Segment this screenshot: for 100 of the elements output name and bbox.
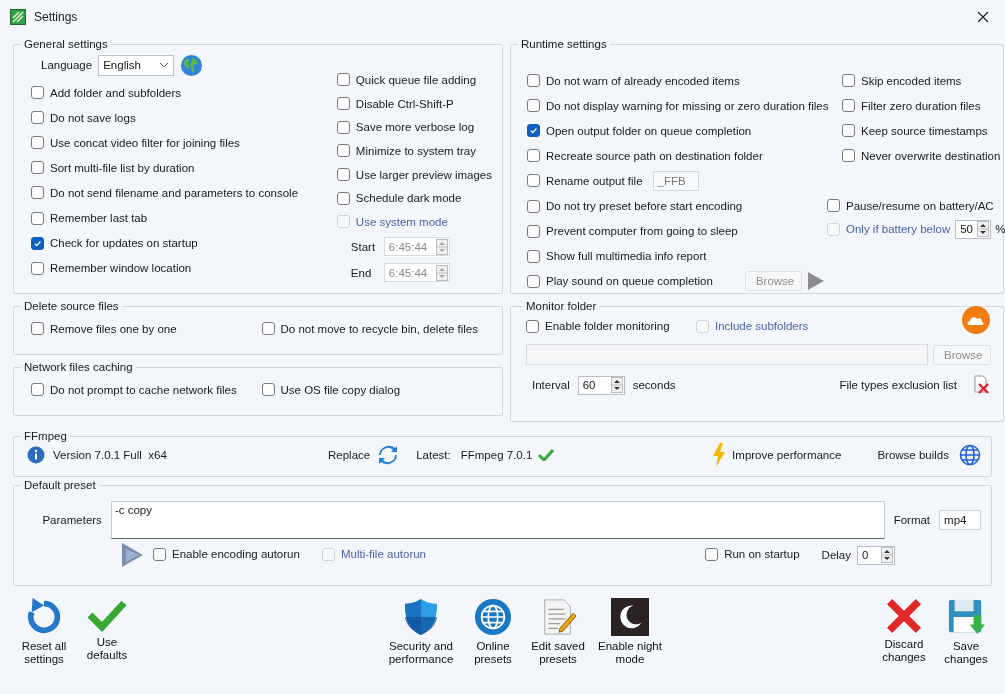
group-title: Runtime settings: [520, 38, 608, 50]
toolbar-button[interactable]: Enable night mode: [597, 594, 663, 680]
checkbox-label: Use larger preview images: [355, 168, 492, 181]
checkbox[interactable]: [526, 319, 539, 333]
checkbox[interactable]: [31, 322, 44, 335]
toolbar-button[interactable]: Save changes: [940, 594, 992, 680]
checkbox-label: Prevent computer from going to sleep: [546, 225, 738, 238]
format-field[interactable]: mp4: [939, 510, 981, 530]
checkbox[interactable]: [261, 322, 275, 335]
improve-performance-link[interactable]: Improve performance: [732, 449, 842, 461]
folder-path-field[interactable]: [526, 344, 928, 365]
checkbox[interactable]: [31, 161, 44, 175]
checkbox[interactable]: [705, 547, 719, 561]
checkbox-label: Pause/resume on battery/AC: [846, 199, 994, 212]
checkbox-label: Include subfolders: [715, 320, 809, 332]
language-dropdown[interactable]: English: [98, 54, 175, 76]
checkbox[interactable]: [31, 236, 44, 250]
checkbox-label: Do not try preset before start encoding: [546, 200, 743, 212]
close-icon[interactable]: [977, 11, 989, 23]
checkbox[interactable]: [527, 149, 540, 163]
checkbox[interactable]: [527, 224, 540, 238]
checkbox[interactable]: [31, 86, 44, 100]
format-label: Format: [893, 514, 931, 526]
checkbox[interactable]: [31, 136, 44, 150]
interval-label: Interval: [532, 379, 570, 391]
checkbox-label: Remove files one by one: [50, 322, 177, 335]
time-label: End: [350, 266, 373, 279]
cloud-icon[interactable]: [961, 305, 991, 335]
checkbox[interactable]: [842, 149, 855, 163]
group-title: Default preset: [23, 479, 97, 491]
refresh-icon[interactable]: [378, 445, 399, 465]
spin-field[interactable]: 0: [857, 545, 895, 565]
group-title: Network files caching: [23, 361, 134, 373]
checkbox[interactable]: [31, 261, 44, 275]
checkbox[interactable]: [153, 547, 166, 561]
checkbox[interactable]: [336, 97, 350, 111]
suffix-field[interactable]: _FFB: [652, 170, 699, 191]
checkbox-label: Do not save logs: [50, 111, 136, 124]
checkbox[interactable]: [527, 274, 540, 288]
checkbox[interactable]: [527, 74, 540, 88]
checkbox-label: Minimize to system tray: [355, 144, 476, 157]
checkbox-label: Open output folder on queue completion: [546, 124, 752, 137]
seconds-label: seconds: [632, 379, 676, 391]
checkbox[interactable]: [527, 99, 540, 113]
parameters-field[interactable]: -c copy: [110, 501, 885, 539]
checkbox-label: Sort multi-file list by duration: [50, 161, 195, 174]
play-icon[interactable]: [807, 272, 824, 291]
checkbox[interactable]: [527, 124, 540, 138]
toolbar-button[interactable]: Reset all settings: [13, 594, 75, 680]
checkbox[interactable]: [336, 120, 350, 134]
checkbox[interactable]: [842, 124, 855, 138]
toolbar-button[interactable]: Online presets: [467, 594, 519, 680]
tick-icon: [529, 126, 538, 136]
checkbox[interactable]: [527, 199, 540, 213]
document-delete-icon[interactable]: [971, 375, 991, 395]
checkbox[interactable]: [336, 168, 350, 182]
checkbox-label: Remember window location: [50, 262, 192, 275]
spin-arrows-icon[interactable]: [610, 377, 623, 393]
toolbar-button[interactable]: Edit saved presets: [527, 594, 589, 680]
moon-icon: [611, 598, 649, 636]
toolbar-button[interactable]: Use defaults: [81, 594, 133, 680]
checkbox-label: Play sound on queue completion: [546, 275, 713, 288]
checkbox[interactable]: [336, 144, 350, 158]
group-title: Delete source files: [23, 300, 120, 312]
checkbox[interactable]: [261, 383, 275, 396]
checkbox[interactable]: [336, 73, 350, 87]
check-icon: [538, 449, 555, 461]
checkbox-label: Schedule dark mode: [355, 192, 462, 205]
exclusion-list-label: File types exclusion list: [839, 379, 957, 391]
checkbox[interactable]: [31, 111, 44, 125]
checkbox-label: Disable Ctrl-Shift-P: [355, 97, 454, 110]
browse-builds-link[interactable]: Browse builds: [877, 449, 949, 461]
toolbar-button[interactable]: Security and performance: [383, 594, 459, 680]
window-title: Settings: [34, 10, 78, 24]
checkbox[interactable]: [827, 199, 840, 213]
checkbox-label: Only if battery below: [846, 223, 951, 236]
checkbox-label: Run on startup: [724, 548, 800, 560]
checkbox[interactable]: [31, 186, 44, 200]
checkbox[interactable]: [527, 249, 540, 263]
toolbar-button[interactable]: Discard changes: [876, 594, 932, 680]
checkbox[interactable]: [527, 174, 540, 188]
checkbox[interactable]: [31, 211, 44, 225]
spin-field[interactable]: 60: [577, 375, 625, 395]
language-label: Language: [41, 59, 93, 71]
spin-arrows-icon[interactable]: [881, 547, 893, 563]
checkbox[interactable]: [842, 74, 855, 88]
checkbox-label: Keep source timestamps: [861, 124, 988, 137]
checkbox[interactable]: [31, 383, 44, 396]
globe-icon: [180, 53, 204, 77]
group-title: FFmpeg: [23, 430, 68, 442]
group-title: Monitor folder: [525, 300, 598, 312]
checkbox[interactable]: [336, 191, 350, 205]
checkbox[interactable]: [842, 99, 855, 113]
spin-arrows-icon[interactable]: [977, 221, 990, 238]
checkbox-label: Do not warn of already encoded items: [546, 74, 740, 87]
checkbox-label: Do not move to recycle bin, delete files: [280, 322, 479, 335]
checkbox-label: Show full multimedia info report: [546, 250, 707, 263]
group-title: General settings: [23, 38, 109, 50]
shield-icon: [404, 598, 438, 636]
globe-icon[interactable]: [959, 444, 981, 466]
